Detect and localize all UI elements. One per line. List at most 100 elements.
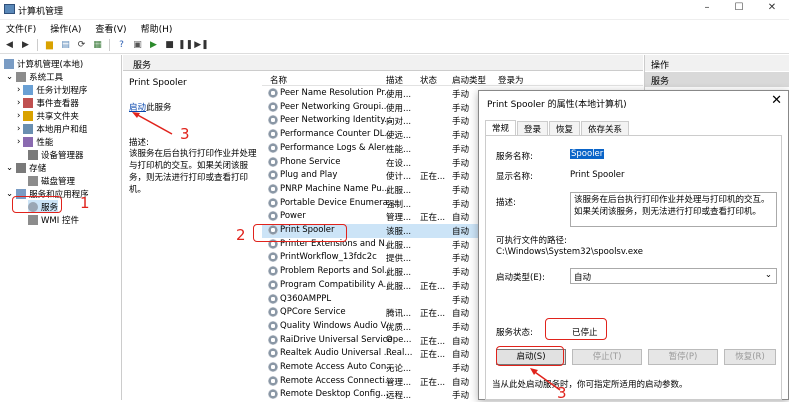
column-startup-type[interactable]: 启动类型: [452, 74, 486, 86]
display-name-label: 显示名称:: [496, 172, 533, 182]
service-startup-type: 手动: [452, 117, 470, 128]
service-name: Quality Windows Audio V...: [280, 320, 394, 331]
tree-label: 设备管理器: [41, 150, 84, 161]
tree-system-tools[interactable]: ⌄ 系统工具: [6, 70, 63, 83]
service-startup-type: 手动: [452, 90, 470, 100]
forward-icon[interactable]: ▶: [19, 38, 32, 51]
properties-icon[interactable]: ▣: [131, 38, 144, 51]
menu-help[interactable]: 帮助(H): [141, 22, 173, 35]
users-icon: [23, 123, 34, 134]
collapse-icon[interactable]: ⌄: [6, 189, 13, 199]
column-logon-as[interactable]: 登录为: [498, 74, 524, 86]
close-button[interactable]: ✕: [757, 2, 787, 16]
service-gear-icon: [268, 293, 278, 304]
display-name-value[interactable]: Print Spooler: [570, 170, 625, 180]
service-gear-icon: [268, 348, 278, 359]
service-gear-icon: [268, 170, 278, 181]
tree-item-shared-folders[interactable]: › 共享文件夹: [17, 109, 79, 122]
expand-icon[interactable]: ›: [17, 111, 20, 121]
export-icon[interactable]: ▦: [91, 38, 104, 51]
service-name: Print Spooler: [280, 225, 335, 235]
pause-icon[interactable]: ❚❚: [178, 38, 193, 51]
service-gear-icon: [268, 115, 278, 126]
maximize-button[interactable]: ☐: [724, 2, 754, 16]
service-description: 管理...: [386, 213, 412, 224]
wmi-icon: [28, 214, 38, 225]
tree-label: 性能: [36, 137, 54, 148]
services-column-headers: 名称 描述 状态 启动类型 登录为: [262, 72, 643, 86]
restart-icon[interactable]: ▶❚: [194, 38, 208, 51]
collapse-icon[interactable]: ⌄: [6, 72, 13, 82]
service-startup-type: 手动: [452, 185, 470, 196]
tree-item-device-manager[interactable]: 设备管理器: [28, 148, 84, 161]
service-description: Real...: [386, 348, 413, 359]
menu-view[interactable]: 查看(V): [95, 22, 126, 35]
collapse-icon[interactable]: ⌄: [6, 163, 13, 173]
window-title: 计算机管理: [18, 7, 64, 17]
stop-button[interactable]: 停止(T): [572, 349, 642, 365]
service-gear-icon: [268, 307, 278, 318]
service-name: Printer Extensions and N...: [280, 238, 393, 249]
service-gear-icon: [268, 252, 278, 263]
tools-icon: [16, 71, 27, 82]
service-name: Realtek Audio Universal ...: [280, 348, 392, 359]
play-icon[interactable]: ▶: [147, 38, 160, 51]
tree-root-label: 计算机管理(本地): [17, 59, 84, 70]
expand-icon[interactable]: ›: [17, 98, 20, 108]
menu-action[interactable]: 操作(A): [50, 22, 81, 35]
dialog-close-icon[interactable]: ✕: [771, 93, 782, 108]
tree-root[interactable]: 计算机管理(本地): [4, 57, 83, 70]
tree-item-wmi[interactable]: WMI 控件: [28, 213, 79, 226]
service-name: Peer Networking Groupi...: [280, 101, 390, 112]
expand-icon[interactable]: ›: [17, 85, 20, 95]
storage-icon: [16, 162, 27, 173]
pause-button[interactable]: 暂停(P): [648, 349, 718, 365]
resume-button[interactable]: 恢复(R): [724, 349, 776, 365]
title-bar: 计算机管理 – ☐ ✕: [0, 0, 789, 20]
minimize-button[interactable]: –: [692, 2, 722, 16]
start-service-link[interactable]: 启动此服务: [129, 101, 172, 113]
refresh-icon[interactable]: ⟳: [75, 38, 88, 51]
service-name: Remote Access Connecti...: [280, 375, 393, 386]
column-status[interactable]: 状态: [420, 74, 437, 86]
start-button[interactable]: 启动(S): [496, 349, 566, 365]
service-name-value[interactable]: Spooler: [570, 149, 605, 159]
tree-storage[interactable]: ⌄ 存储: [6, 161, 46, 174]
service-gear-icon: [268, 279, 278, 290]
service-startup-type: 手动: [452, 254, 470, 265]
tab-general[interactable]: 常规: [485, 120, 517, 135]
tab-logon[interactable]: 登录: [517, 121, 549, 135]
menu-file[interactable]: 文件(F): [6, 22, 36, 35]
tree-item-disk[interactable]: 磁盘管理: [28, 174, 75, 187]
service-gear-icon: [268, 266, 278, 277]
back-icon[interactable]: ◀: [3, 38, 16, 51]
services-header-label: 服务: [133, 61, 152, 71]
tree-item-event-viewer[interactable]: › 事件查看器: [17, 96, 79, 109]
column-name[interactable]: 名称: [270, 74, 287, 86]
service-status: 正在...: [420, 281, 446, 292]
folder-icon[interactable]: ▆: [43, 38, 56, 51]
service-gear-icon: [268, 197, 278, 208]
description-box[interactable]: 该服务在后台执行打印作业并处理与打印机的交互。如果关闭该服务，则无法进行打印或查…: [570, 192, 777, 227]
help-icon[interactable]: ?: [115, 38, 128, 51]
tab-recovery[interactable]: 恢复: [549, 121, 581, 135]
start-link-text[interactable]: 启动: [129, 103, 146, 113]
service-name: PrintWorkflow_13fdc2c: [280, 252, 377, 263]
startup-type-select[interactable]: 自动 ⌄: [570, 268, 777, 284]
tree-services-apps[interactable]: ⌄ 服务和应用程序: [6, 187, 89, 200]
column-description[interactable]: 描述: [386, 74, 403, 86]
service-description: 使远...: [386, 131, 412, 142]
service-status-label: 服务状态:: [496, 328, 533, 338]
expand-icon[interactable]: ›: [17, 124, 20, 134]
tree-item-performance[interactable]: › 性能: [17, 135, 53, 148]
expand-icon[interactable]: ›: [17, 137, 20, 147]
actions-section-services[interactable]: 服务: [645, 72, 789, 87]
tree-item-task-scheduler[interactable]: › 任务计划程序: [17, 83, 87, 96]
tree-item-users[interactable]: › 本地用户和组: [17, 122, 87, 135]
service-name: Phone Service: [280, 156, 341, 167]
console-icon[interactable]: ▤: [59, 38, 72, 51]
tab-dependencies[interactable]: 依存关系: [581, 121, 630, 135]
service-gear-icon: [268, 225, 278, 235]
stop-icon[interactable]: ■: [163, 38, 176, 51]
tree-item-services[interactable]: 服务: [28, 200, 59, 213]
